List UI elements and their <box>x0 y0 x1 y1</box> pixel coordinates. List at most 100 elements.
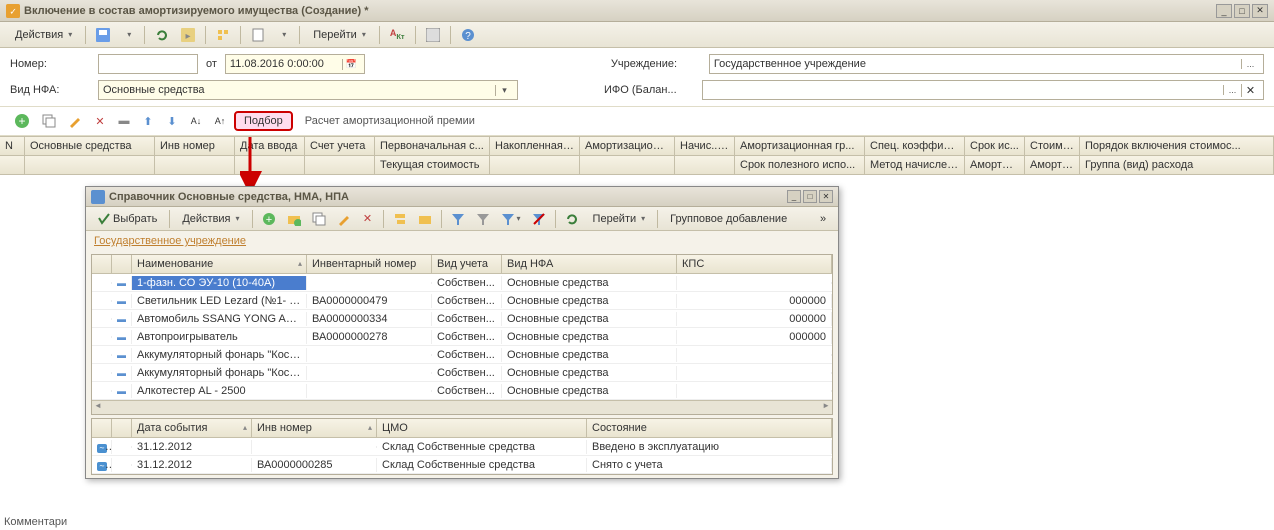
arrow-down-icon[interactable]: ⬇ <box>162 111 182 131</box>
group-add-button[interactable]: Групповое добавление <box>663 209 794 229</box>
col-acct-type[interactable]: Вид учета <box>432 255 502 273</box>
item-icon: ▬ <box>117 368 126 378</box>
dialog-minimize[interactable]: _ <box>787 190 801 203</box>
akt-icon[interactable]: АКт <box>386 25 409 45</box>
settings-icon[interactable] <box>422 25 444 45</box>
col-kps[interactable]: КПС <box>677 255 832 273</box>
main-grid-header-1: N Основные средства Инв номер Дата ввода… <box>0 136 1274 156</box>
item-icon: ▬ <box>117 350 126 360</box>
org-lookup-button[interactable]: ... <box>1241 59 1259 69</box>
filter-menu-icon[interactable] <box>497 209 525 229</box>
col-accrued[interactable]: Начис... аморт... <box>675 137 735 155</box>
table-row[interactable]: ▬АвтопроигрывательВА0000000278Собствен..… <box>92 328 832 346</box>
col-group[interactable]: Амортизационная гр... <box>735 137 865 155</box>
add-icon[interactable]: + <box>258 209 280 229</box>
post-icon[interactable]: ▸ <box>177 25 199 45</box>
filter-icon[interactable] <box>447 209 469 229</box>
save-icon[interactable] <box>92 25 114 45</box>
col-inv-num2[interactable]: Инв номер▴ <box>252 419 377 437</box>
maximize-button[interactable]: □ <box>1234 4 1250 18</box>
structure-icon[interactable] <box>212 25 234 45</box>
col-cost[interactable]: Стоимо... <box>1025 137 1080 155</box>
actions-menu[interactable]: Действия <box>8 25 79 45</box>
edit-icon[interactable] <box>333 209 355 229</box>
form-row-2: Вид НФА: Основные средства ▾ ИФО (Балан.… <box>0 80 1274 106</box>
dialog-maximize[interactable]: □ <box>803 190 817 203</box>
sort-asc-icon[interactable]: A↓ <box>186 111 206 131</box>
help-icon[interactable]: ? <box>457 25 479 45</box>
col-coeff[interactable]: Спец. коэффици... <box>865 137 965 155</box>
ifo-clear-button[interactable]: ✕ <box>1241 84 1259 97</box>
col-inv[interactable]: Инв номер <box>155 137 235 155</box>
refresh-icon[interactable] <box>151 25 173 45</box>
copy-row-icon[interactable] <box>38 111 60 131</box>
move-folder-icon[interactable] <box>414 209 436 229</box>
add-row-icon[interactable]: + <box>10 111 34 131</box>
col-initial[interactable]: Первоначальная с... <box>375 137 490 155</box>
col-date[interactable]: Дата ввода <box>235 137 305 155</box>
col-name[interactable]: Наименование▴ <box>132 255 307 273</box>
col-n[interactable]: N <box>0 137 25 155</box>
minimize-button[interactable]: _ <box>1216 4 1232 18</box>
table-row[interactable]: ▬Алкотестер AL - 2500Собствен...Основные… <box>92 382 832 400</box>
event-icon: ∼ <box>97 462 107 471</box>
report-dropdown[interactable] <box>273 25 293 45</box>
col-assets[interactable]: Основные средства <box>25 137 155 155</box>
table-row[interactable]: ∼31.12.2012Склад Собственные средстваВве… <box>92 438 832 456</box>
dialog-grid-1: Наименование▴ Инвентарный номер Вид учет… <box>91 254 833 415</box>
grid-toolbar: + ✕ ▬ ⬆ ⬇ A↓ A↑ Подбор Расчет амортизаци… <box>0 106 1274 136</box>
premium-calc-link[interactable]: Расчет амортизационной премии <box>305 115 475 127</box>
goto-menu[interactable]: Перейти <box>306 25 373 45</box>
dialog-goto-menu[interactable]: Перейти <box>586 209 653 229</box>
col-cmo[interactable]: ЦМО <box>377 419 587 437</box>
add-folder-icon[interactable] <box>283 209 305 229</box>
item-icon: ▬ <box>117 296 126 306</box>
report-icon[interactable] <box>247 25 269 45</box>
calendar-icon[interactable]: 📅 <box>342 59 360 70</box>
table-row[interactable]: ▬Светильник LED Lezard (№1- ма...ВА00000… <box>92 292 832 310</box>
number-field[interactable] <box>98 54 198 74</box>
table-row[interactable]: ▬1-фазн. СО ЭУ-10 (10-40А)Собствен...Осн… <box>92 274 832 292</box>
nfa-type-field[interactable]: Основные средства ▾ <box>98 80 518 100</box>
dialog-close[interactable]: ✕ <box>819 190 833 203</box>
select-button[interactable]: Выбрать <box>91 209 164 229</box>
ifo-lookup-button[interactable]: ... <box>1223 85 1241 95</box>
col-event-date[interactable]: Дата события▴ <box>132 419 252 437</box>
col-order[interactable]: Порядок включения стоимос... <box>1080 137 1274 155</box>
dialog-actions-menu[interactable]: Действия <box>175 209 246 229</box>
filter-clear-icon[interactable] <box>528 209 550 229</box>
filter-off-icon[interactable] <box>472 209 494 229</box>
podbor-button[interactable]: Подбор <box>234 111 293 131</box>
col-inv-num[interactable]: Инвентарный номер <box>307 255 432 273</box>
hierarchy-icon[interactable] <box>389 209 411 229</box>
nfa-type-label: Вид НФА: <box>10 84 90 96</box>
refresh-dialog-icon[interactable] <box>561 209 583 229</box>
save-dropdown[interactable] <box>118 25 138 45</box>
dialog-titlebar: Справочник Основные средства, НМА, НПА _… <box>86 187 838 207</box>
nfa-dropdown-icon[interactable]: ▾ <box>495 85 513 96</box>
grid1-hscroll[interactable] <box>92 400 832 414</box>
table-row[interactable]: ▬Аккумуляторный фонарь "Косм...Собствен.… <box>92 364 832 382</box>
table-row[interactable]: ▬Автомобиль SSANG YONG AGT..ВА0000000334… <box>92 310 832 328</box>
col-account[interactable]: Счет учета <box>305 137 375 155</box>
col-accum[interactable]: Накопленная амортизация <box>490 137 580 155</box>
more-icon[interactable]: » <box>813 209 833 229</box>
table-row[interactable]: ▬Аккумуляторный фонарь "Косм...Собствен.… <box>92 346 832 364</box>
arrow-up-icon[interactable]: ⬆ <box>138 111 158 131</box>
delete-row-icon[interactable]: ✕ <box>90 111 110 131</box>
col-premium[interactable]: Амортизацион... премия <box>580 137 675 155</box>
delete-icon[interactable]: ✕ <box>358 209 378 229</box>
sort-desc-icon[interactable]: A↑ <box>210 111 230 131</box>
date-field[interactable]: 11.08.2016 0:00:00 📅 <box>225 54 365 74</box>
breadcrumb[interactable]: Государственное учреждение <box>86 231 838 251</box>
move-up-icon[interactable]: ▬ <box>114 111 134 131</box>
org-field[interactable]: Государственное учреждение ... <box>709 54 1264 74</box>
col-nfa-type[interactable]: Вид НФА <box>502 255 677 273</box>
close-button[interactable]: ✕ <box>1252 4 1268 18</box>
col-state[interactable]: Состояние <box>587 419 832 437</box>
ifo-field[interactable]: ... ✕ <box>702 80 1264 100</box>
copy-icon[interactable] <box>308 209 330 229</box>
edit-row-icon[interactable] <box>64 111 86 131</box>
table-row[interactable]: ∼31.12.2012ВА0000000285Склад Собственные… <box>92 456 832 474</box>
col-term[interactable]: Срок ис... <box>965 137 1025 155</box>
